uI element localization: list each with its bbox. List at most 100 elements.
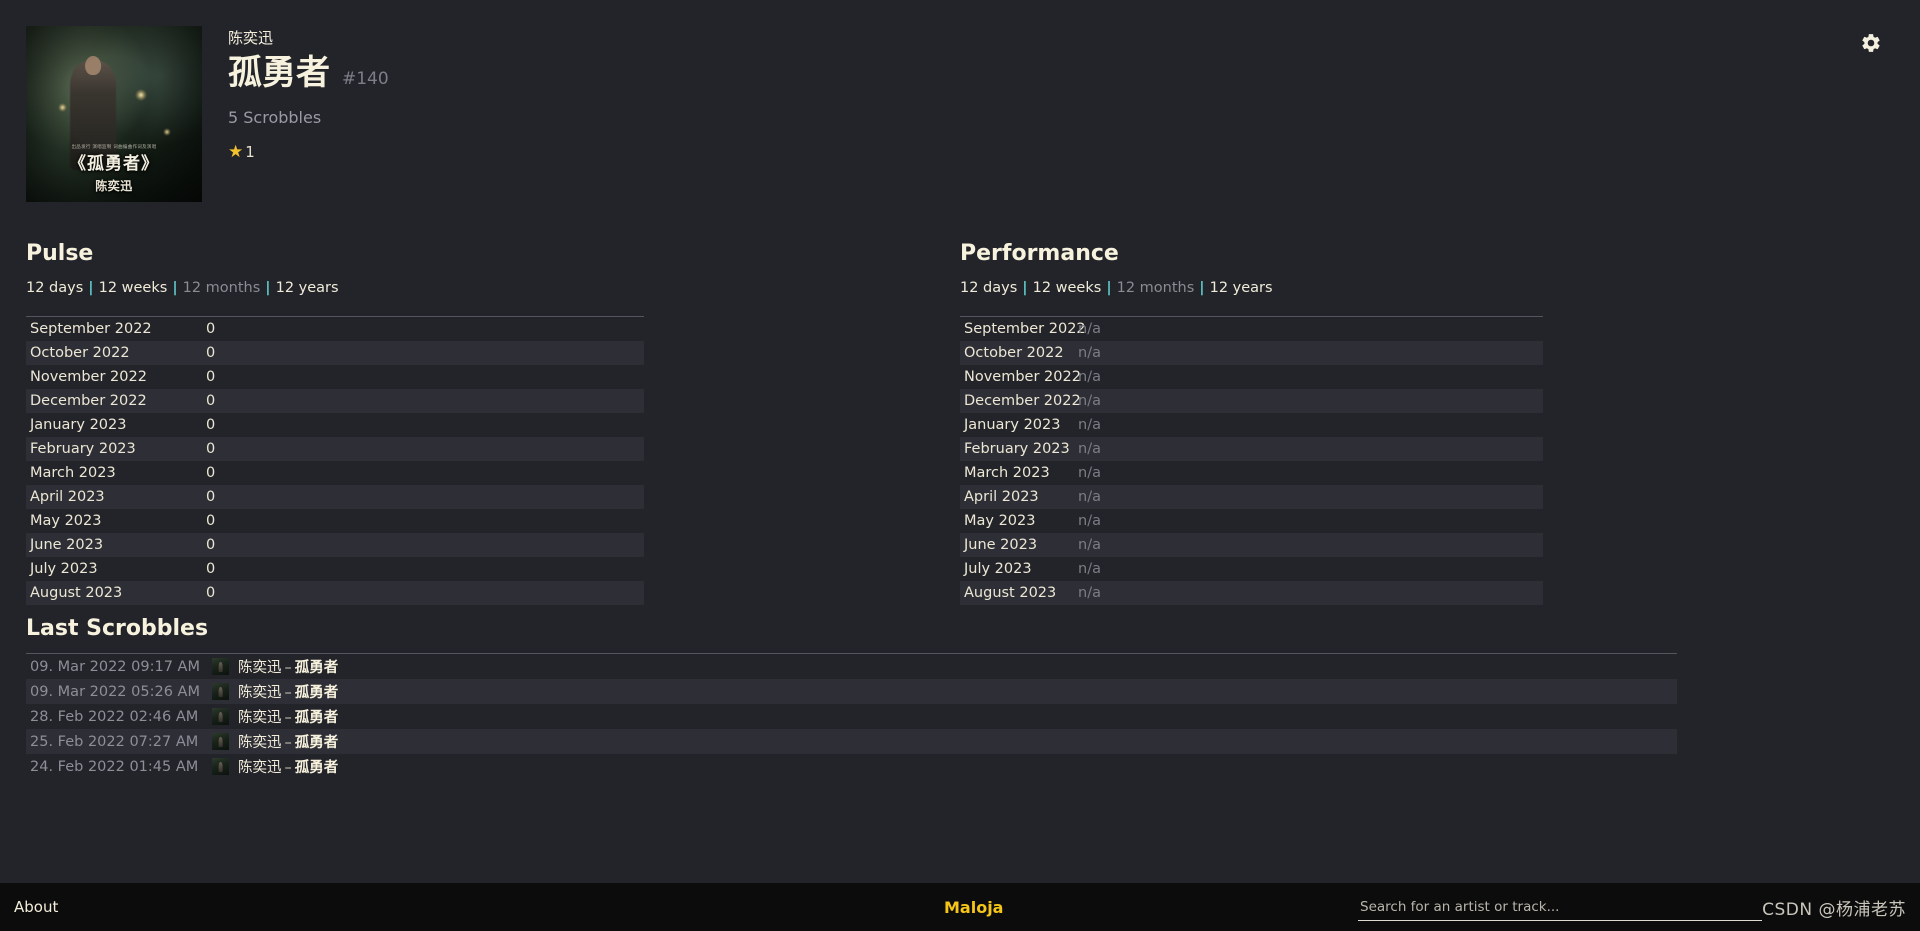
table-row[interactable]: May 2023 0 — [26, 509, 644, 533]
row-value: n/a — [1078, 441, 1101, 457]
scrobble-timestamp: 24. Feb 2022 01:45 AM — [30, 758, 199, 775]
title-row: 孤勇者 #140 — [228, 53, 389, 93]
table-row[interactable]: November 2022 0 — [26, 365, 644, 389]
range-tab-12-days[interactable]: 12 days — [960, 280, 1017, 296]
pulse-section: Pulse 12 days | 12 weeks | 12 months | 12 year… — [26, 240, 644, 605]
pulse-title: Pulse — [26, 241, 94, 266]
table-row[interactable]: March 2023 n/a — [960, 461, 1543, 485]
scrobble-artist[interactable]: 陈奕迅 — [238, 710, 282, 726]
scrobble-track[interactable]: 孤勇者 — [295, 710, 339, 726]
performance-range-tabs: 12 days | 12 weeks | 12 months | 12 years — [960, 278, 1543, 298]
album-cover-art[interactable]: 出品发行 演唱监制 词曲编曲作词及演唱 《孤勇者》 陈奕迅 — [26, 26, 202, 202]
table-row[interactable]: May 2023 n/a — [960, 509, 1543, 533]
scrobble-row[interactable]: 25. Feb 2022 07:27 AM 陈奕迅 – 孤勇者 — [26, 729, 1677, 754]
table-row[interactable]: September 2022 n/a — [960, 317, 1543, 341]
table-row[interactable]: August 2023 0 — [26, 581, 644, 605]
scrobble-thumbnail — [212, 683, 229, 700]
range-tab-12-months[interactable]: 12 months — [183, 280, 261, 296]
table-row[interactable]: June 2023 n/a — [960, 533, 1543, 557]
page-root: 出品发行 演唱监制 词曲编曲作词及演唱 《孤勇者》 陈奕迅 陈奕迅 孤勇者 #1… — [0, 0, 1920, 931]
range-separator: | — [265, 280, 271, 296]
row-value: 0 — [206, 537, 216, 553]
scrobble-dash: – — [284, 660, 292, 676]
scrobble-dash: – — [284, 710, 292, 726]
table-row[interactable]: April 2023 n/a — [960, 485, 1543, 509]
row-value: 0 — [206, 345, 216, 361]
scrobble-entry: 陈奕迅 – 孤勇者 — [238, 706, 338, 727]
table-row[interactable]: October 2022 n/a — [960, 341, 1543, 365]
range-tab-12-years[interactable]: 12 years — [276, 280, 339, 296]
table-row[interactable]: November 2022 n/a — [960, 365, 1543, 389]
scrobble-row[interactable]: 09. Mar 2022 05:26 AM 陈奕迅 – 孤勇者 — [26, 679, 1677, 704]
range-tab-12-months[interactable]: 12 months — [1117, 280, 1195, 296]
row-label: December 2022 — [30, 393, 147, 409]
row-label: September 2022 — [30, 321, 152, 337]
star-rating: ★ 1 — [228, 143, 389, 161]
row-value: 0 — [206, 321, 216, 337]
row-value: 0 — [206, 513, 216, 529]
scrobble-artist[interactable]: 陈奕迅 — [238, 760, 282, 776]
table-row[interactable]: April 2023 0 — [26, 485, 644, 509]
table-row[interactable]: February 2023 n/a — [960, 437, 1543, 461]
brand-link[interactable]: Maloja — [944, 898, 1003, 917]
scrobble-track[interactable]: 孤勇者 — [295, 735, 339, 751]
about-link[interactable]: About — [14, 898, 58, 916]
row-value: 0 — [206, 585, 216, 601]
scrobble-timestamp: 09. Mar 2022 05:26 AM — [30, 683, 200, 700]
range-tab-12-weeks[interactable]: 12 weeks — [99, 280, 168, 296]
table-row[interactable]: March 2023 0 — [26, 461, 644, 485]
artist-link[interactable]: 陈奕迅 — [228, 28, 389, 48]
table-row[interactable]: December 2022 n/a — [960, 389, 1543, 413]
table-row[interactable]: July 2023 0 — [26, 557, 644, 581]
star-icon: ★ — [228, 141, 244, 162]
scrobble-thumbnail — [212, 758, 229, 775]
settings-button[interactable] — [1854, 26, 1888, 60]
scrobble-artist[interactable]: 陈奕迅 — [238, 685, 282, 701]
last-scrobbles-list: 09. Mar 2022 09:17 AM 陈奕迅 – 孤勇者 09. Mar 2022… — [26, 653, 1677, 779]
range-tab-12-days[interactable]: 12 days — [26, 280, 83, 296]
footer: About Maloja CSDN @杨浦老苏 — [0, 883, 1920, 931]
table-row[interactable]: July 2023 n/a — [960, 557, 1543, 581]
page-title: 孤勇者 — [228, 53, 330, 93]
row-value: n/a — [1078, 321, 1101, 337]
scrobble-row[interactable]: 28. Feb 2022 02:46 AM 陈奕迅 – 孤勇者 — [26, 704, 1677, 729]
search-input[interactable] — [1358, 897, 1762, 921]
scrobble-track[interactable]: 孤勇者 — [295, 660, 339, 676]
table-row[interactable]: December 2022 0 — [26, 389, 644, 413]
row-label: November 2022 — [30, 369, 147, 385]
table-row[interactable]: February 2023 0 — [26, 437, 644, 461]
table-row[interactable]: January 2023 n/a — [960, 413, 1543, 437]
last-scrobbles-title: Last Scrobbles — [26, 616, 209, 641]
search-container — [1358, 896, 1762, 921]
scrobble-artist[interactable]: 陈奕迅 — [238, 660, 282, 676]
row-label: September 2022 — [964, 321, 1086, 337]
range-separator: | — [1106, 280, 1112, 296]
table-row[interactable]: September 2022 0 — [26, 317, 644, 341]
scrobble-row[interactable]: 09. Mar 2022 09:17 AM 陈奕迅 – 孤勇者 — [26, 654, 1677, 679]
range-separator: | — [172, 280, 178, 296]
row-value: n/a — [1078, 465, 1101, 481]
range-tab-12-years[interactable]: 12 years — [1210, 280, 1273, 296]
performance-section: Performance 12 days | 12 weeks | 12 months | 1… — [960, 240, 1543, 605]
watermark: CSDN @杨浦老苏 — [1762, 899, 1906, 920]
scrobble-artist[interactable]: 陈奕迅 — [238, 735, 282, 751]
table-row[interactable]: June 2023 0 — [26, 533, 644, 557]
row-value: n/a — [1078, 393, 1101, 409]
row-value: n/a — [1078, 417, 1101, 433]
row-label: May 2023 — [964, 513, 1036, 529]
table-row[interactable]: January 2023 0 — [26, 413, 644, 437]
scrobble-track[interactable]: 孤勇者 — [295, 760, 339, 776]
table-row[interactable]: October 2022 0 — [26, 341, 644, 365]
scrobble-row[interactable]: 24. Feb 2022 01:45 AM 陈奕迅 – 孤勇者 — [26, 754, 1677, 779]
scrobble-track[interactable]: 孤勇者 — [295, 685, 339, 701]
thumbnail-figure — [218, 661, 223, 673]
range-tab-12-weeks[interactable]: 12 weeks — [1033, 280, 1102, 296]
last-scrobbles-section: Last Scrobbles 09. Mar 2022 09:17 AM 陈奕迅 –… — [26, 615, 1677, 779]
row-label: June 2023 — [30, 537, 104, 553]
table-row[interactable]: August 2023 n/a — [960, 581, 1543, 605]
row-label: October 2022 — [30, 345, 130, 361]
cover-artist-text: 陈奕迅 — [95, 179, 133, 193]
track-header: 出品发行 演唱监制 词曲编曲作词及演唱 《孤勇者》 陈奕迅 陈奕迅 孤勇者 #1… — [26, 26, 389, 202]
scrobble-timestamp: 28. Feb 2022 02:46 AM — [30, 708, 199, 725]
scrobble-count: 5 Scrobbles — [228, 108, 322, 127]
